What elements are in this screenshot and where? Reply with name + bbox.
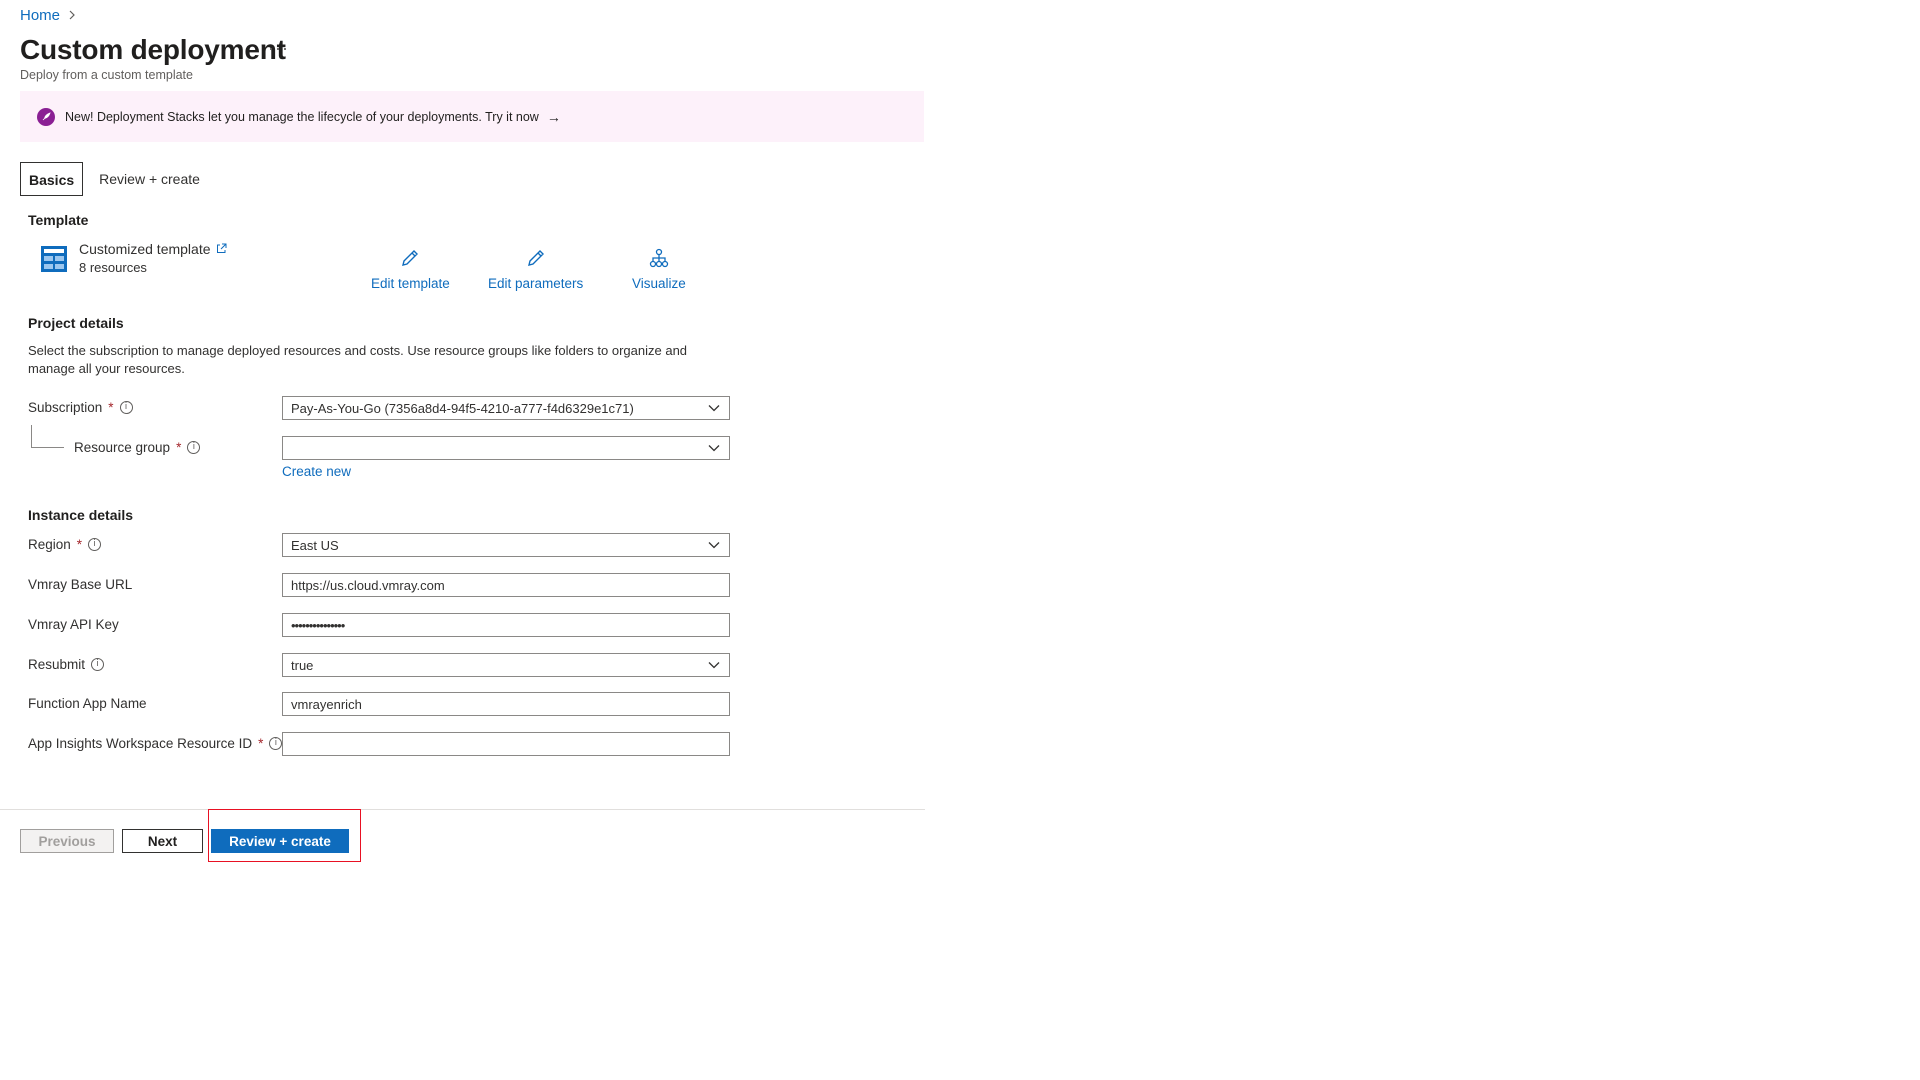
review-create-button[interactable]: Review + create — [211, 829, 349, 853]
resubmit-value: true — [291, 657, 314, 673]
template-icon — [40, 245, 68, 273]
app-insights-input[interactable] — [282, 732, 730, 756]
template-resource-count: 8 resources — [79, 260, 147, 275]
region-label: Region * i — [28, 537, 102, 552]
footer-divider — [0, 809, 925, 810]
vmray-base-url-label-text: Vmray Base URL — [28, 577, 133, 592]
region-label-text: Region — [28, 537, 71, 552]
function-app-name-value: vmrayenrich — [291, 696, 362, 712]
subscription-label-text: Subscription — [28, 400, 103, 415]
edit-template-label: Edit template — [371, 276, 450, 291]
project-details-heading: Project details — [28, 315, 124, 331]
visualize-button[interactable]: Visualize — [632, 248, 686, 291]
resubmit-select[interactable]: true — [282, 653, 730, 677]
subscription-value: Pay-As-You-Go (7356a8d4-94f5-4210-a777-f… — [291, 400, 634, 416]
pencil-icon — [400, 248, 420, 271]
vmray-api-key-input[interactable]: ••••••••••••••• — [282, 613, 730, 637]
required-marker: * — [258, 736, 264, 751]
info-icon[interactable]: i — [269, 737, 283, 750]
hierarchy-icon — [649, 248, 669, 271]
resource-group-label-text: Resource group — [74, 440, 171, 455]
breadcrumb-home-link[interactable]: Home — [20, 7, 60, 24]
info-icon[interactable]: i — [88, 538, 102, 551]
vmray-api-key-label: Vmray API Key — [28, 617, 119, 632]
pencil-icon — [526, 248, 546, 271]
app-insights-label: App Insights Workspace Resource ID * i — [28, 736, 283, 751]
rocket-icon — [37, 107, 55, 126]
previous-button[interactable]: Previous — [20, 829, 114, 853]
info-icon[interactable]: i — [119, 401, 133, 414]
edit-parameters-button[interactable]: Edit parameters — [488, 248, 583, 291]
visualize-label: Visualize — [632, 276, 686, 291]
required-marker: * — [76, 537, 83, 552]
function-app-name-input[interactable]: vmrayenrich — [282, 692, 730, 716]
resubmit-label-text: Resubmit — [28, 657, 86, 672]
external-link-icon — [216, 241, 227, 257]
info-icon[interactable]: i — [187, 441, 201, 454]
required-marker: * — [108, 400, 114, 415]
chevron-down-icon — [708, 445, 720, 452]
wizard-tabs: Basics Review + create — [20, 162, 208, 196]
vmray-base-url-label: Vmray Base URL — [28, 577, 132, 592]
edit-template-button[interactable]: Edit template — [371, 248, 450, 291]
more-actions-button[interactable]: ··· — [268, 38, 289, 59]
vmray-api-key-label-text: Vmray API Key — [28, 617, 119, 632]
breadcrumb: Home — [20, 7, 76, 24]
function-app-name-label-text: Function App Name — [28, 696, 147, 711]
edit-parameters-label: Edit parameters — [488, 276, 584, 291]
resource-group-select[interactable] — [282, 436, 730, 460]
chevron-down-icon — [708, 542, 720, 549]
project-details-description: Select the subscription to manage deploy… — [28, 343, 688, 376]
resubmit-label: Resubmit i — [28, 657, 105, 672]
template-heading: Template — [28, 212, 89, 228]
subscription-label: Subscription * i — [28, 400, 133, 415]
chevron-down-icon — [708, 405, 720, 412]
chevron-down-icon — [708, 662, 720, 669]
app-insights-label-text: App Insights Workspace Resource ID — [28, 736, 253, 751]
resource-group-label: Resource group * i — [74, 440, 201, 455]
vmray-api-key-value: ••••••••••••••• — [291, 617, 345, 633]
function-app-name-label: Function App Name — [28, 696, 147, 711]
page-subtitle: Deploy from a custom template — [20, 68, 193, 82]
arrow-right-icon[interactable]: → — [547, 109, 561, 125]
chevron-right-icon — [68, 9, 76, 23]
vmray-base-url-value: https://us.cloud.vmray.com — [291, 577, 445, 593]
vmray-base-url-input[interactable]: https://us.cloud.vmray.com — [282, 573, 730, 597]
info-icon[interactable]: i — [91, 658, 105, 671]
required-marker: * — [176, 440, 182, 455]
next-button[interactable]: Next — [122, 829, 203, 853]
region-select[interactable]: East US — [282, 533, 730, 557]
create-new-resource-group-link[interactable]: Create new — [282, 464, 351, 479]
deployment-stacks-banner: New! Deployment Stacks let you manage th… — [20, 91, 924, 142]
template-link-label[interactable]: Customized template — [79, 241, 211, 257]
tab-review-create[interactable]: Review + create — [91, 162, 208, 196]
tree-connector — [31, 425, 32, 447]
banner-text[interactable]: New! Deployment Stacks let you manage th… — [65, 110, 539, 124]
region-value: East US — [291, 537, 339, 553]
customized-template-link[interactable]: Customized template — [79, 241, 227, 257]
page-title: Custom deployment — [20, 34, 286, 65]
subscription-select[interactable]: Pay-As-You-Go (7356a8d4-94f5-4210-a777-f… — [282, 396, 730, 420]
instance-details-heading: Instance details — [28, 507, 134, 523]
tab-basics[interactable]: Basics — [20, 162, 84, 196]
tree-connector-horizontal — [31, 447, 64, 448]
